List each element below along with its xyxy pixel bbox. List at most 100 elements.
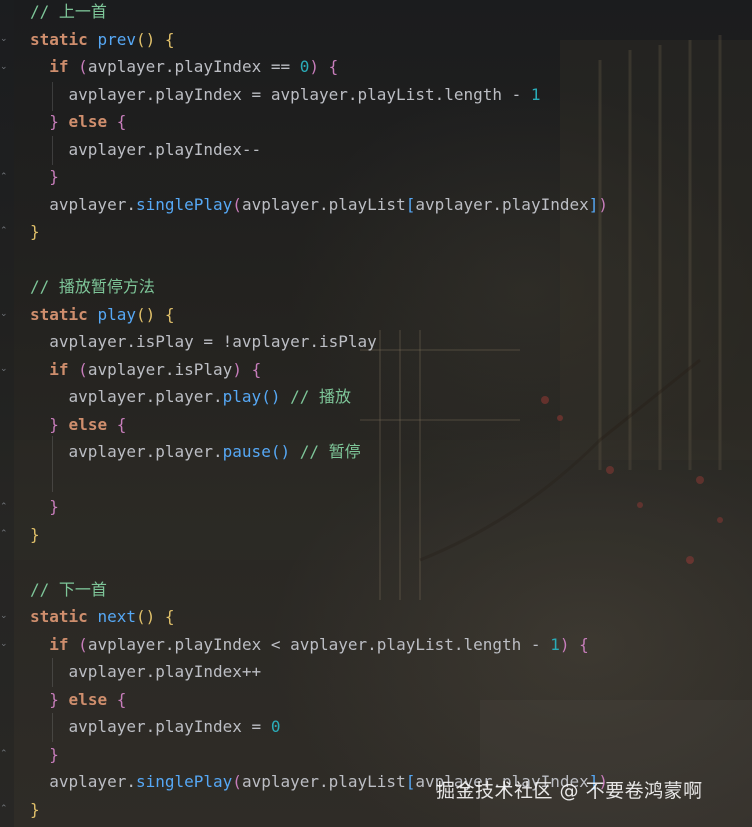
code-token: {	[328, 57, 339, 76]
code-line[interactable]: static prev() {	[30, 26, 175, 54]
code-line[interactable]: avplayer.playIndex = avplayer.playList.l…	[30, 81, 541, 109]
code-token: avplayer.playIndex ==	[87, 57, 300, 76]
code-token: avplayer.player.	[30, 442, 223, 461]
code-token: // 播放	[290, 387, 351, 406]
code-token: if	[49, 634, 69, 654]
code-line[interactable]: avplayer.playIndex = 0	[30, 713, 281, 741]
fold-marker-icon[interactable]: ⌃	[0, 750, 9, 759]
fold-marker-icon[interactable]: ⌃	[0, 503, 9, 512]
code-editor[interactable]: ⌄ ⌄ ⌃ ⌃ ⌄ ⌄ ⌃ ⌃ ⌄ ⌄ ⌃ ⌃ // 上一首 static pre…	[0, 0, 752, 827]
code-line[interactable]: avplayer.player.play() // 播放	[30, 383, 351, 411]
code-token: // 暂停	[299, 442, 361, 461]
code-line[interactable]: static next() {	[30, 603, 175, 631]
code-line[interactable]: // 播放暂停方法	[30, 273, 155, 301]
code-line[interactable]: avplayer.isPlay = !avplayer.isPlay	[30, 328, 377, 356]
code-line[interactable]: } else {	[30, 108, 126, 136]
code-token: {	[116, 689, 127, 709]
fold-marker-icon[interactable]: ⌃	[0, 530, 9, 539]
code-line[interactable]: if (avplayer.playIndex < avplayer.playLi…	[30, 631, 589, 659]
code-token: (	[232, 772, 242, 791]
code-token: avplayer.playIndex	[415, 194, 589, 214]
code-line[interactable]: }	[30, 218, 40, 246]
code-line[interactable]: } else {	[30, 686, 126, 714]
code-token: ]	[588, 194, 599, 214]
code-token: static	[30, 29, 88, 49]
code-token: avplayer.playIndex++	[30, 662, 262, 681]
code-line[interactable]: if (avplayer.isPlay) {	[30, 356, 261, 384]
code-token: if	[49, 359, 69, 379]
code-token: )	[309, 57, 320, 76]
code-token: 0	[270, 717, 281, 736]
code-token: avplayer.playIndex =	[30, 717, 271, 736]
code-token: avplayer.	[30, 194, 136, 214]
code-line[interactable]: }	[30, 493, 59, 521]
code-line[interactable]: static play() {	[30, 301, 175, 329]
code-token: )	[232, 359, 242, 379]
fold-marker-icon[interactable]: ⌄	[0, 310, 9, 319]
code-line[interactable]: avplayer.playIndex--	[30, 136, 262, 164]
fold-marker-icon[interactable]: ⌄	[0, 640, 9, 649]
fold-marker-icon[interactable]: ⌃	[0, 227, 9, 236]
code-line[interactable]: // 上一首	[30, 0, 107, 26]
code-token: }	[30, 799, 40, 819]
code-token: singlePlay	[135, 194, 233, 214]
fold-marker-icon[interactable]: ⌄	[0, 365, 9, 374]
code-line[interactable]: }	[30, 741, 59, 769]
code-line[interactable]: avplayer.player.pause() // 暂停	[30, 438, 361, 466]
code-line[interactable]: avplayer.playIndex++	[30, 658, 262, 686]
code-token: avplayer.playIndex--	[30, 139, 262, 159]
code-token: }	[49, 414, 59, 434]
code-line[interactable]: if (avplayer.playIndex == 0) {	[30, 53, 338, 81]
code-token: avplayer.player.	[30, 387, 223, 406]
code-token: avplayer.	[30, 772, 136, 791]
code-token: if	[49, 57, 69, 76]
code-token: }	[49, 689, 59, 709]
code-token: )	[598, 194, 609, 214]
code-token: ()	[135, 607, 156, 626]
fold-marker-icon[interactable]: ⌄	[0, 612, 9, 621]
code-line[interactable]: avplayer.singlePlay(avplayer.playList[av…	[30, 191, 608, 219]
code-token: avplayer.isPlay	[87, 359, 233, 379]
code-token: (	[78, 57, 88, 76]
code-token: avplayer.playList	[241, 772, 406, 791]
code-line[interactable]: // 下一首	[30, 576, 107, 604]
code-token: static	[30, 607, 88, 626]
code-token: 1	[550, 634, 560, 654]
code-token: }	[49, 112, 59, 131]
fold-marker-icon[interactable]: ⌃	[0, 805, 9, 814]
code-token: // 播放暂停方法	[30, 277, 155, 296]
code-line[interactable]: }	[30, 796, 40, 824]
code-line[interactable]: }	[30, 521, 40, 549]
code-line[interactable]: }	[30, 163, 59, 191]
code-token: }	[49, 167, 59, 186]
code-token: {	[579, 634, 589, 654]
code-token: }	[30, 524, 40, 544]
fold-marker-icon[interactable]: ⌄	[0, 35, 9, 44]
watermark-text: 掘金技术社区 @ 不要卷鸿蒙啊	[436, 780, 703, 802]
fold-marker-icon[interactable]: ⌃	[0, 173, 9, 182]
code-token: [	[405, 194, 416, 214]
code-line[interactable]: } else {	[30, 411, 126, 439]
code-token: avplayer.isPlay = !avplayer.isPlay	[30, 332, 377, 351]
fold-marker-icon[interactable]: ⌄	[0, 63, 9, 72]
